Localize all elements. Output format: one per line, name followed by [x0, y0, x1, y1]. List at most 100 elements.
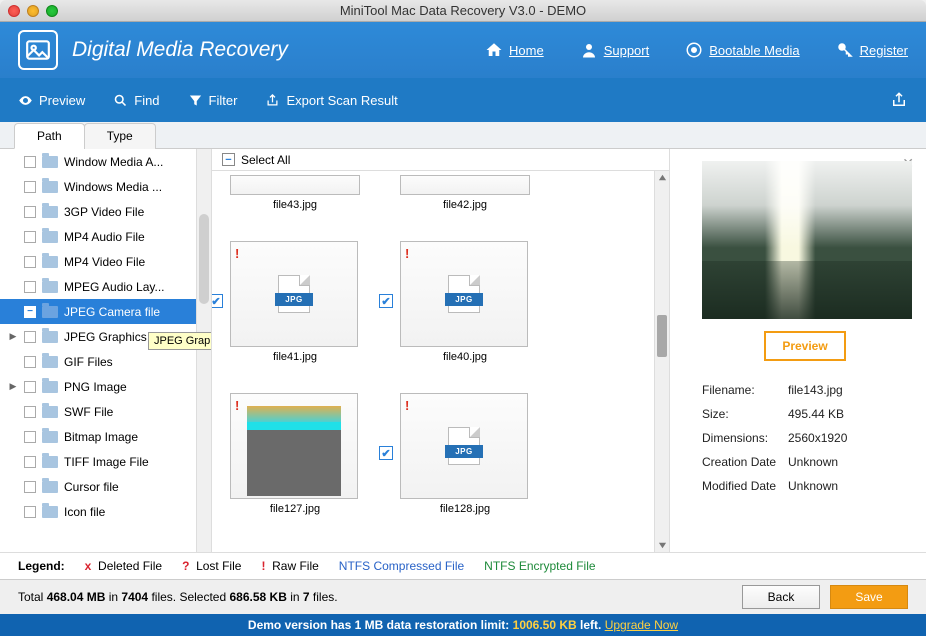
thumb-item[interactable]: ! JPG file40.jpg [400, 241, 530, 363]
legend-deleted: Deleted File [98, 559, 162, 573]
thumb-item[interactable]: file43.jpg [230, 175, 360, 211]
folder-icon [42, 381, 58, 393]
status-text: Total 468.04 MB in 7404 files. Selected … [18, 590, 338, 604]
demo-footer: Demo version has 1 MB data restoration l… [0, 614, 926, 636]
tab-type[interactable]: Type [84, 123, 156, 149]
tree-scrollbar-thumb[interactable] [199, 214, 209, 304]
tree-checkbox[interactable] [24, 206, 36, 218]
scroll-up-icon[interactable] [658, 173, 667, 182]
folder-icon [42, 231, 58, 243]
thumb-item[interactable]: ! JPG file41.jpg [230, 241, 360, 363]
tree-item[interactable]: ▶ PNG Image [0, 374, 211, 399]
tree-item[interactable]: Icon file [0, 499, 211, 524]
meta-value: 2560x1920 [788, 431, 847, 445]
thumb-item[interactable]: file42.jpg [400, 175, 530, 211]
folder-icon [42, 456, 58, 468]
tree-item[interactable]: GIF Files [0, 349, 211, 374]
tree-item-label: PNG Image [64, 380, 127, 394]
tree-item[interactable]: Windows Media ... [0, 174, 211, 199]
file-tree: Window Media A...Windows Media ...3GP Vi… [0, 149, 212, 552]
thumb-checkbox[interactable] [379, 446, 393, 460]
tree-item[interactable]: MPEG Audio Lay... [0, 274, 211, 299]
tree-item[interactable]: TIFF Image File [0, 449, 211, 474]
folder-icon [42, 406, 58, 418]
tree-scrollbar[interactable] [196, 149, 211, 552]
legend-raw: Raw File [272, 559, 319, 573]
tree-item[interactable]: MP4 Audio File [0, 224, 211, 249]
jpg-file-icon: JPG [278, 275, 310, 313]
tab-path[interactable]: Path [14, 123, 85, 149]
nav-home[interactable]: Home [485, 41, 544, 59]
tree-checkbox[interactable] [24, 181, 36, 193]
legend-ntfs: NTFS Compressed File [339, 559, 464, 573]
tree-item-label: Icon file [64, 505, 105, 519]
tool-filter[interactable]: Filter [188, 93, 238, 108]
tree-checkbox[interactable] [24, 331, 36, 343]
folder-icon [42, 281, 58, 293]
tree-checkbox[interactable] [24, 506, 36, 518]
tool-find[interactable]: Find [113, 93, 159, 108]
thumb-label: file42.jpg [400, 199, 530, 211]
jpg-file-icon: JPG [448, 427, 480, 465]
thumb-label: file41.jpg [230, 351, 360, 363]
select-all-row[interactable]: Select All [212, 149, 669, 171]
expand-arrow-icon[interactable]: ▶ [8, 381, 18, 392]
thumb-item[interactable]: ! file127.jpg [230, 393, 360, 515]
tree-checkbox[interactable] [24, 481, 36, 493]
tree-item-label: Cursor file [64, 480, 119, 494]
raw-flag-icon: ! [235, 246, 239, 261]
tree-item[interactable]: Window Media A... [0, 149, 211, 174]
grid-scrollbar[interactable] [654, 171, 669, 552]
tree-item[interactable]: SWF File [0, 399, 211, 424]
tool-find-label: Find [134, 93, 159, 108]
footer-left: left. [577, 618, 605, 632]
nav-bootable[interactable]: Bootable Media [685, 41, 799, 59]
toolbar: Preview Find Filter Export Scan Result [0, 78, 926, 122]
preview-image [702, 161, 912, 319]
tool-preview[interactable]: Preview [18, 93, 85, 108]
back-button[interactable]: Back [742, 585, 820, 609]
scroll-down-icon[interactable] [658, 541, 667, 550]
key-icon [836, 41, 854, 59]
tree-item[interactable]: JPEG Camera file [0, 299, 211, 324]
tree-item[interactable]: Cursor file [0, 474, 211, 499]
tree-checkbox[interactable] [24, 431, 36, 443]
thumb-checkbox[interactable] [379, 294, 393, 308]
lost-mark-icon: ? [182, 559, 189, 573]
nav-support-label: Support [604, 43, 650, 58]
tree-checkbox[interactable] [24, 231, 36, 243]
folder-icon [42, 431, 58, 443]
tree-item[interactable]: MP4 Video File [0, 249, 211, 274]
meta-key: Filename: [702, 383, 788, 397]
nav-register[interactable]: Register [836, 41, 908, 59]
eye-icon [18, 93, 33, 108]
tree-checkbox[interactable] [24, 406, 36, 418]
tree-item[interactable]: 3GP Video File [0, 199, 211, 224]
tree-checkbox[interactable] [24, 456, 36, 468]
preview-button[interactable]: Preview [764, 331, 845, 361]
file-metadata: Filename:file143.jpg Size:495.44 KB Dime… [702, 383, 908, 493]
tree-checkbox[interactable] [24, 156, 36, 168]
upgrade-link[interactable]: Upgrade Now [605, 618, 678, 632]
tree-checkbox[interactable] [24, 256, 36, 268]
mac-titlebar: MiniTool Mac Data Recovery V3.0 - DEMO [0, 0, 926, 22]
tree-checkbox[interactable] [24, 381, 36, 393]
thumb-checkbox[interactable] [212, 294, 223, 308]
nav-support[interactable]: Support [580, 41, 650, 59]
nav-home-label: Home [509, 43, 544, 58]
tree-checkbox[interactable] [24, 306, 36, 318]
tree-checkbox[interactable] [24, 356, 36, 368]
disc-icon [685, 41, 703, 59]
tool-export[interactable]: Export Scan Result [265, 93, 397, 108]
expand-arrow-icon[interactable]: ▶ [8, 331, 18, 342]
save-button[interactable]: Save [830, 585, 908, 609]
grid-scrollbar-thumb[interactable] [657, 315, 667, 357]
select-all-checkbox[interactable] [222, 153, 235, 166]
tree-checkbox[interactable] [24, 281, 36, 293]
tree-item-label: MP4 Audio File [64, 230, 145, 244]
raw-mark-icon: ! [261, 559, 265, 573]
folder-icon [42, 181, 58, 193]
share-icon[interactable] [890, 91, 908, 109]
thumb-item[interactable]: ! JPG file128.jpg [400, 393, 530, 515]
tree-item[interactable]: Bitmap Image [0, 424, 211, 449]
